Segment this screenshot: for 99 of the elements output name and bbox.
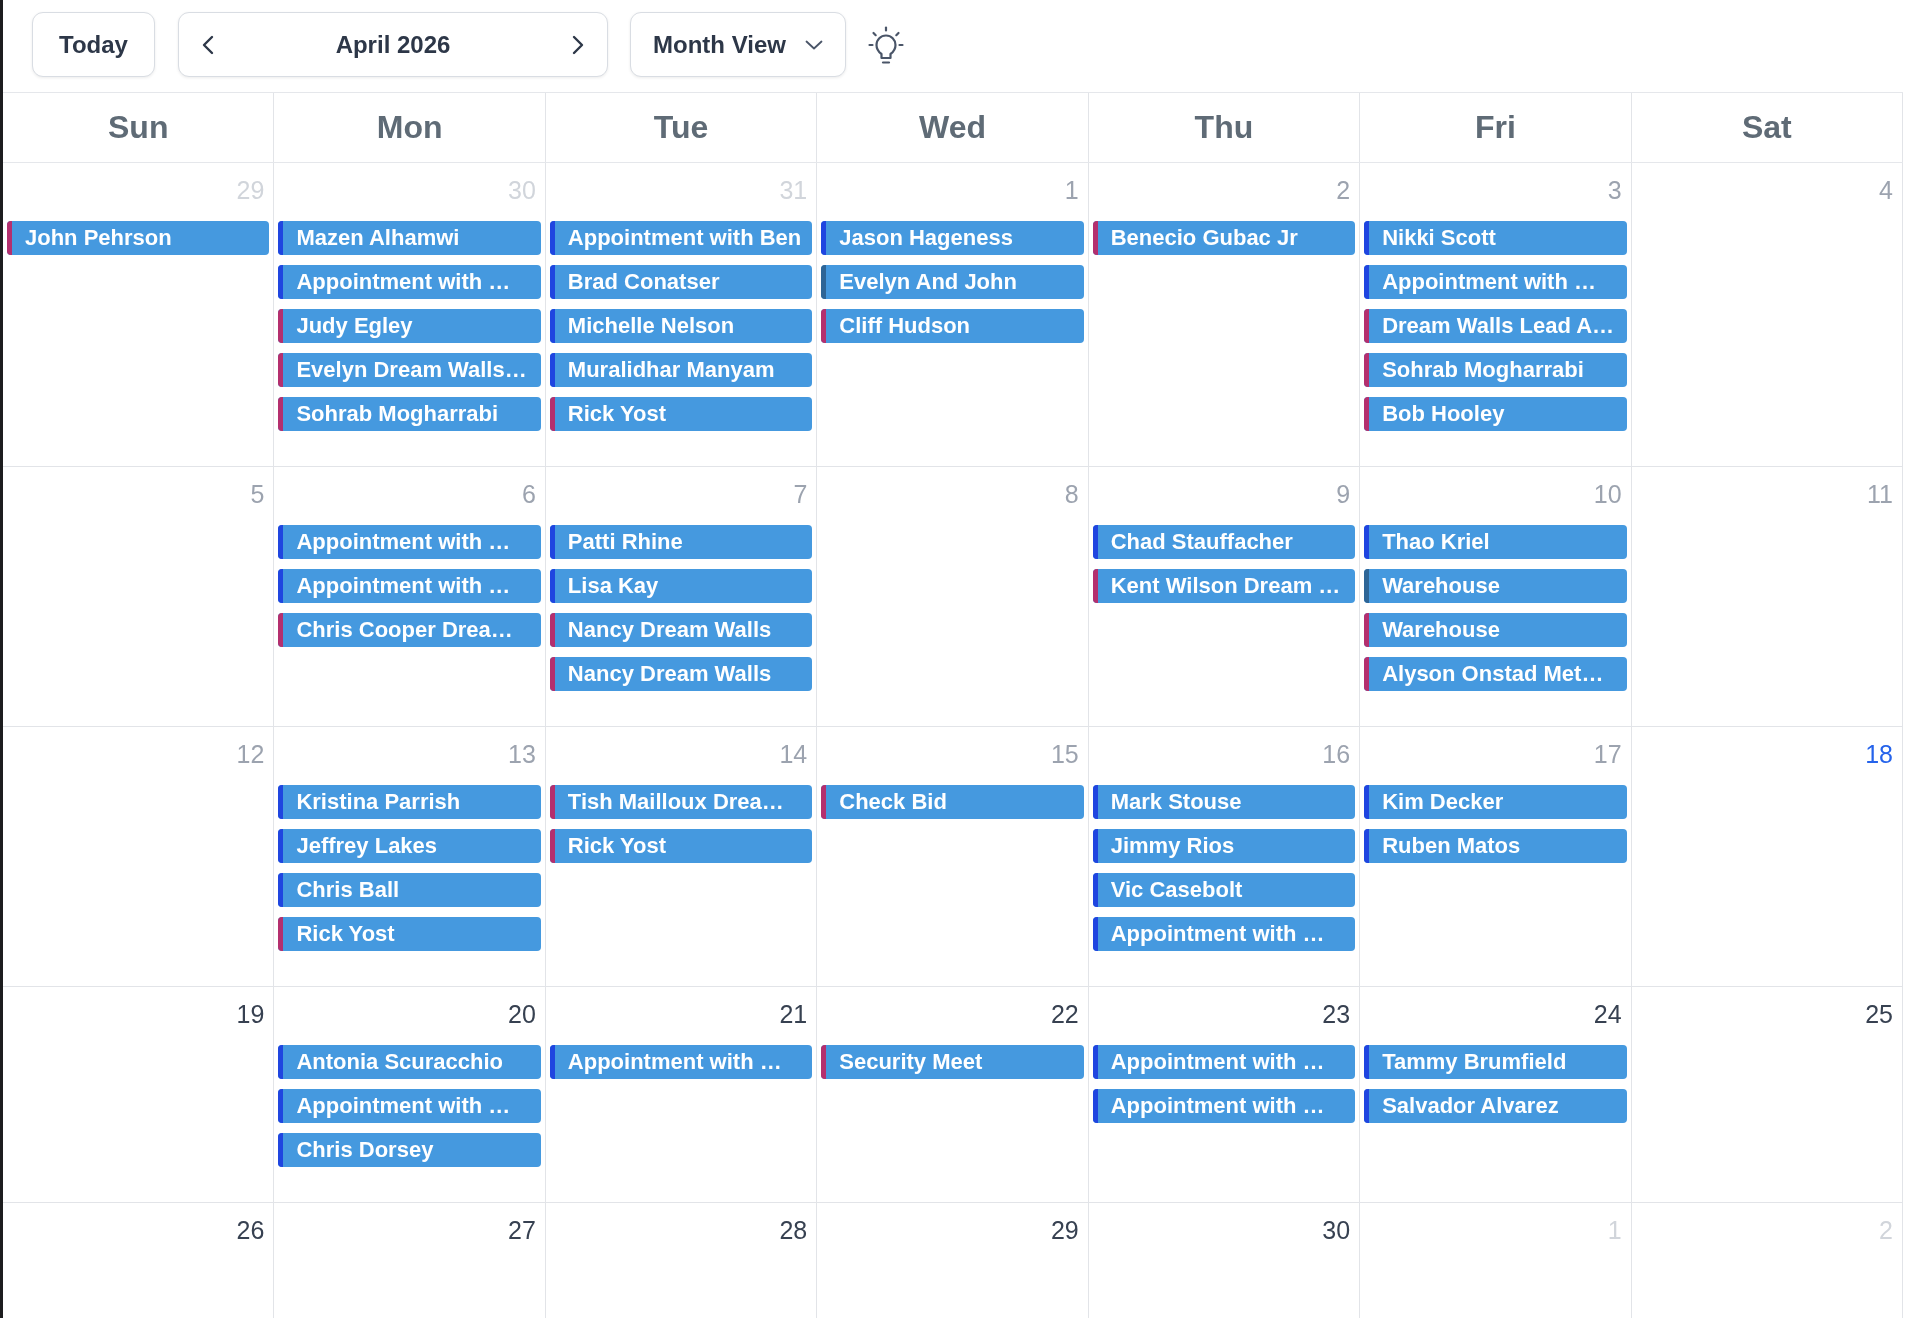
event-chip[interactable]: Security Meet	[821, 1045, 1084, 1079]
event-chip[interactable]: Ruben Matos	[1364, 829, 1627, 863]
event-chip[interactable]: Chris Ball	[278, 873, 541, 907]
date-number: 21	[779, 999, 808, 1030]
event-chip[interactable]: Rick Yost	[549, 829, 813, 863]
date-number: 1	[1064, 175, 1079, 206]
event-chip[interactable]: Tammy Brumfield	[1364, 1045, 1627, 1079]
date-number: 22	[1050, 999, 1079, 1030]
date-number: 23	[1322, 999, 1351, 1030]
date-number: 10	[1593, 479, 1622, 510]
event-chip[interactable]: Rick Yost	[549, 397, 813, 431]
date-number: 26	[236, 1215, 265, 1246]
event-chip[interactable]: Rick Yost	[278, 917, 541, 951]
event-chip[interactable]: Vic Casebolt	[1092, 873, 1356, 907]
event-chip[interactable]: Muralidhar Manyam	[549, 353, 813, 387]
date-number: 20	[508, 999, 536, 1030]
event-chip[interactable]: Nikki Scott	[1364, 221, 1627, 255]
event-chip[interactable]: Appointment with Ben	[549, 221, 813, 255]
date-number: 4	[1879, 175, 1893, 206]
event-chip[interactable]: Nancy Dream Walls	[549, 613, 813, 647]
event-chip[interactable]: Nancy Dream Walls	[549, 657, 813, 691]
event-chip[interactable]: Michelle Nelson	[549, 309, 813, 343]
event-chip[interactable]: John Pehrson	[7, 221, 270, 255]
event-chip[interactable]: Antonia Scuracchio	[278, 1045, 541, 1079]
event-chip[interactable]: Brad Conatser	[549, 265, 813, 299]
weekday-label: Sat	[1741, 109, 1792, 146]
view-dropdown[interactable]: Month View	[630, 12, 846, 77]
weekday-label: Mon	[376, 109, 443, 146]
event-chip[interactable]: Appointment with …	[1092, 1089, 1356, 1123]
event-chip[interactable]: Appointment with …	[278, 569, 541, 603]
event-chip[interactable]: Jeffrey Lakes	[278, 829, 541, 863]
date-number: 30	[1322, 1215, 1351, 1246]
chevron-right-icon[interactable]	[571, 33, 585, 56]
event-chip[interactable]: Kent Wilson Dream …	[1092, 569, 1356, 603]
event-chip[interactable]: Lisa Kay	[549, 569, 813, 603]
event-chip[interactable]: Kim Decker	[1364, 785, 1627, 819]
event-chip[interactable]: Appointment with …	[549, 1045, 813, 1079]
event-chip[interactable]: Thao Kriel	[1364, 525, 1627, 559]
event-chip[interactable]: Appointment with …	[1092, 1045, 1356, 1079]
weekday-label: Thu	[1194, 109, 1254, 146]
event-chip[interactable]: Evelyn Dream Walls…	[278, 353, 541, 387]
date-number: 29	[1050, 1215, 1079, 1246]
event-chip[interactable]: Mazen Alhamwi	[278, 221, 541, 255]
date-number: 3	[1607, 175, 1622, 206]
date-number: 7	[793, 479, 808, 510]
date-number: 5	[250, 479, 265, 510]
event-chip[interactable]: Check Bid	[821, 785, 1084, 819]
event-chip[interactable]: Chris Cooper Drea…	[278, 613, 541, 647]
chevron-down-icon	[805, 39, 823, 50]
event-chip[interactable]: Jason Hageness	[821, 221, 1084, 255]
date-number: 15	[1050, 739, 1079, 770]
date-number: 17	[1593, 739, 1622, 770]
date-number: 18	[1865, 739, 1893, 770]
date-number: 6	[521, 479, 536, 510]
weekday-label: Sun	[108, 109, 169, 146]
date-number: 28	[779, 1215, 808, 1246]
event-chip[interactable]: Appointment with …	[278, 265, 541, 299]
event-chip[interactable]: Chad Stauffacher	[1092, 525, 1356, 559]
event-chip[interactable]: Alyson Onstad Met…	[1364, 657, 1627, 691]
date-number: 12	[236, 739, 265, 770]
lightbulb-icon[interactable]	[868, 24, 904, 65]
event-chip[interactable]: Appointment with …	[1092, 917, 1356, 951]
date-number: 14	[779, 739, 808, 770]
date-number: 16	[1322, 739, 1351, 770]
today-button[interactable]: Today	[32, 12, 155, 77]
date-number: 25	[1865, 999, 1893, 1030]
event-chip[interactable]: Appointment with …	[278, 525, 541, 559]
weekday-label: Fri	[1474, 109, 1516, 146]
event-chip[interactable]: Salvador Alvarez	[1364, 1089, 1627, 1123]
event-chip[interactable]: Bob Hooley	[1364, 397, 1627, 431]
event-chip[interactable]: Benecio Gubac Jr	[1092, 221, 1356, 255]
chevron-left-icon[interactable]	[201, 33, 215, 56]
month-label: April 2026	[335, 30, 451, 59]
weekday-label: Wed	[919, 109, 986, 146]
date-number: 19	[236, 999, 265, 1030]
event-chip[interactable]: Mark Stouse	[1092, 785, 1356, 819]
date-number: 11	[1867, 479, 1893, 510]
event-chip[interactable]: Tish Mailloux Drea…	[549, 785, 813, 819]
date-number: 2	[1336, 175, 1351, 206]
event-chip[interactable]: Appointment with …	[278, 1089, 541, 1123]
date-number: 24	[1593, 999, 1622, 1030]
event-chip[interactable]: Sohrab Mogharrabi	[1364, 353, 1627, 387]
event-chip[interactable]: Dream Walls Lead A…	[1364, 309, 1627, 343]
event-chip[interactable]: Appointment with …	[1364, 265, 1627, 299]
date-number: 8	[1064, 479, 1079, 510]
weekday-label: Tue	[653, 109, 709, 146]
event-chip[interactable]: Jimmy Rios	[1092, 829, 1356, 863]
date-number: 27	[508, 1215, 536, 1246]
event-chip[interactable]: Kristina Parrish	[278, 785, 541, 819]
event-chip[interactable]: Patti Rhine	[549, 525, 813, 559]
event-chip[interactable]: Evelyn And John	[821, 265, 1084, 299]
event-chip[interactable]: Cliff Hudson	[821, 309, 1084, 343]
event-chip[interactable]: Sohrab Mogharrabi	[278, 397, 541, 431]
event-chip[interactable]: Judy Egley	[278, 309, 541, 343]
event-chip[interactable]: Warehouse	[1364, 613, 1627, 647]
event-chip[interactable]: Chris Dorsey	[278, 1133, 541, 1167]
date-number: 13	[508, 739, 536, 770]
event-chip[interactable]: Warehouse	[1364, 569, 1627, 603]
date-number: 9	[1336, 479, 1351, 510]
